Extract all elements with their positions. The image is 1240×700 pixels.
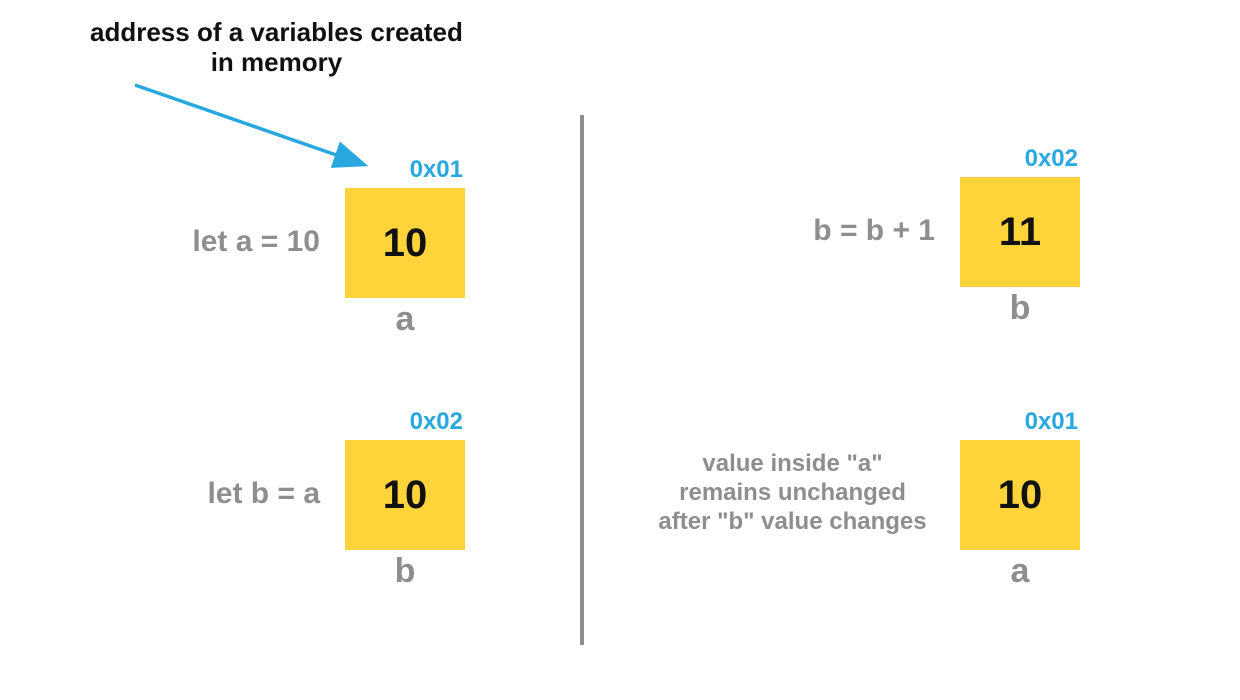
variable-name: b <box>960 289 1080 328</box>
address-label: 0x02 <box>960 145 1078 173</box>
memory-value: 10 <box>383 473 428 518</box>
memory-cell-b-left: 0x02 10 b <box>345 408 465 591</box>
memory-value: 10 <box>383 221 428 266</box>
address-label: 0x02 <box>345 408 463 436</box>
memory-box: 10 <box>960 440 1080 550</box>
code-label-b-plus-1: b = b + 1 <box>735 213 935 249</box>
memory-value: 11 <box>999 210 1041 255</box>
code-label-let-a: let a = 10 <box>140 224 320 260</box>
annotation-arrow <box>0 0 1240 700</box>
panel-divider <box>580 115 584 645</box>
memory-cell-a-right: 0x01 10 a <box>960 408 1080 591</box>
memory-value: 10 <box>998 473 1043 518</box>
variable-name: a <box>960 552 1080 591</box>
memory-cell-a-left: 0x01 10 a <box>345 156 465 339</box>
address-label: 0x01 <box>345 156 463 184</box>
variable-name: a <box>345 300 465 339</box>
explanation-a-unchanged: value inside "a" remains unchanged after… <box>640 450 945 536</box>
variable-name: b <box>345 552 465 591</box>
address-label: 0x01 <box>960 408 1078 436</box>
memory-cell-b-right: 0x02 11 b <box>960 145 1080 328</box>
code-label-let-b: let b = a <box>140 476 320 512</box>
memory-box: 10 <box>345 188 465 298</box>
memory-box: 10 <box>345 440 465 550</box>
memory-box: 11 <box>960 177 1080 287</box>
annotation-address-text: address of a variables created in memory <box>90 18 463 78</box>
